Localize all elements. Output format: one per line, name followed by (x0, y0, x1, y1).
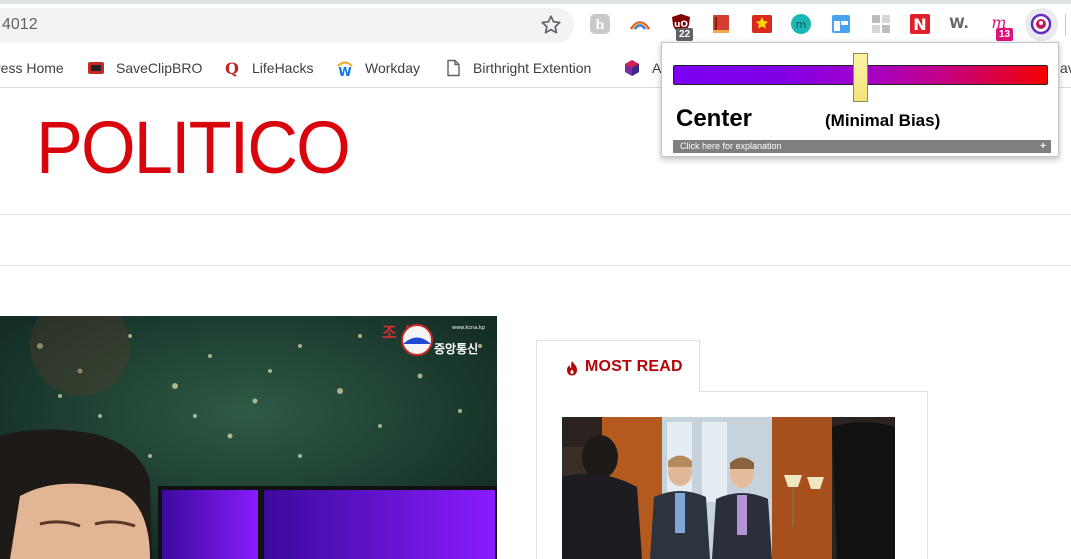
nav-divider (0, 265, 1071, 266)
cube-icon (623, 59, 641, 77)
bookmark-star-icon[interactable] (539, 13, 563, 37)
svg-text:Q: Q (225, 59, 239, 77)
page-icon (444, 59, 462, 77)
most-read-label: MOST READ (585, 358, 683, 375)
extension-book-icon[interactable] (710, 13, 732, 35)
politico-logo[interactable]: POLITICO (36, 111, 351, 185)
extension-honey-icon[interactable]: h (589, 13, 611, 35)
bookmark-label: A (652, 60, 662, 76)
address-bar[interactable]: 4012 (0, 8, 574, 43)
ublock-badge: 22 (676, 28, 694, 41)
toolbar-separator (1065, 14, 1066, 36)
extension-bias-icon[interactable] (1030, 13, 1052, 35)
extension-ublock-icon[interactable]: uO 22 (670, 13, 694, 41)
bookmark-item[interactable]: SaveClipBRO (87, 57, 202, 79)
kcna-watermark-url: www.kcna.kp (452, 325, 485, 331)
most-read-tab[interactable]: MOST READ (536, 340, 700, 392)
bookmark-label: SaveClipBRO (116, 60, 203, 76)
extension-w-icon[interactable]: W. (949, 13, 971, 35)
svg-text:W.: W. (949, 16, 969, 32)
explanation-link-bar[interactable]: Click here for explanation + (673, 140, 1051, 153)
bookmark-item[interactable]: Q LifeHacks (223, 57, 313, 79)
bookmark-label: Birthright Extention (473, 60, 592, 76)
browser-window: 4012 h uO 22 m N W. m 13 ress Home SaveC… (0, 0, 1071, 559)
bookmark-label-overflow: av (1060, 60, 1071, 76)
svg-text:W: W (338, 65, 351, 77)
explanation-link[interactable]: Click here for explanation (680, 140, 782, 153)
bookmark-label: LifeHacks (252, 60, 314, 76)
extension-rainbow-icon[interactable] (629, 13, 651, 35)
hero-image[interactable]: 조 선 중앙통신 www.kcna.kp (0, 316, 497, 559)
bookmark-item[interactable]: A (623, 57, 661, 79)
bookmark-label: ress Home (0, 60, 64, 76)
bias-rating-label: Center (676, 105, 753, 132)
bookmark-label: Workday (365, 60, 420, 76)
workday-icon: W (336, 59, 354, 79)
extension-grid-icon[interactable] (870, 13, 892, 35)
tab-strip-edge (0, 0, 1071, 4)
extension-n-icon[interactable]: N (909, 13, 931, 35)
kcna-watermark-bottom: 중앙통신 (434, 341, 478, 356)
bookmark-item[interactable]: W Workday (336, 57, 420, 79)
bookmark-item[interactable]: ress Home (0, 57, 64, 79)
expand-icon[interactable]: + (1040, 140, 1046, 153)
address-bar-text[interactable]: 4012 (2, 16, 38, 34)
quora-q-icon: Q (223, 59, 241, 78)
bookmark-item-overflow[interactable]: av (1060, 57, 1071, 79)
extension-m-icon[interactable]: m 13 (988, 13, 1014, 41)
header-divider (0, 214, 1071, 215)
extension-mint-icon[interactable]: m (790, 13, 812, 35)
page-content: POLITICO 조 선 중앙통신 www.kcna.kp MOST READ (0, 89, 1071, 559)
extension-window-icon[interactable] (830, 13, 852, 35)
most-read-thumbnail[interactable] (562, 417, 895, 559)
svg-text:m: m (796, 18, 807, 31)
bias-indicator-slider (853, 53, 868, 102)
bias-checker-popup: Center (Minimal Bias) Click here for exp… (661, 42, 1059, 157)
fire-icon (567, 361, 577, 376)
svg-text:h: h (595, 18, 605, 33)
m-badge: 13 (996, 28, 1014, 41)
svg-text:N: N (913, 15, 926, 34)
saveclipbro-icon (87, 59, 105, 77)
bookmark-item[interactable]: Birthright Extention (444, 57, 591, 79)
browser-toolbar: 4012 h uO 22 m N W. m 13 (0, 0, 1071, 48)
bias-rating-description: (Minimal Bias) (825, 111, 941, 130)
extension-red-star-icon[interactable] (751, 13, 773, 35)
